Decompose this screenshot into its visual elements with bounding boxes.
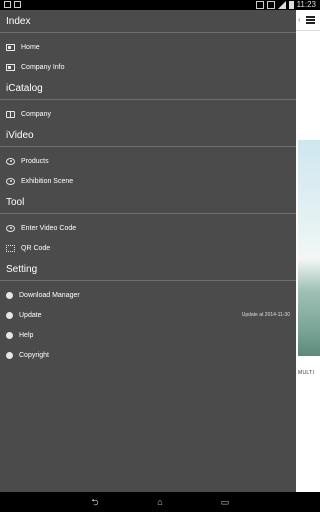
- section-title-icatalog: iCatalog: [0, 77, 296, 100]
- banner-image: [298, 140, 320, 356]
- system-navigation-bar: ⮌ ⌂ ▭: [0, 492, 320, 512]
- status-bar: 11:23: [0, 0, 320, 10]
- section-title-ivideo: iVideo: [0, 124, 296, 147]
- drawer-item-update[interactable]: Update Update at 2014-11-30: [0, 305, 296, 325]
- section-title-setting: Setting: [0, 258, 296, 281]
- drawer-item-label: Download Manager: [19, 291, 80, 299]
- section-title-tool: Tool: [0, 191, 296, 214]
- chevron-left-icon: ‹: [298, 15, 301, 24]
- drawer-item-label: Products: [21, 157, 49, 165]
- update-icon: [6, 311, 13, 319]
- update-date-note: Update at 2014-11-30: [241, 312, 290, 318]
- signal-icon: [277, 1, 286, 9]
- section-title-index: Index: [0, 10, 296, 33]
- drawer-item-label: Home: [21, 43, 40, 51]
- drawer-item-company-info[interactable]: Company Info: [0, 57, 296, 77]
- drawer-item-label: Company Info: [21, 63, 65, 71]
- app-toolbar: ‹: [296, 10, 320, 31]
- eye-icon: [6, 224, 15, 232]
- card-icon: [6, 43, 15, 51]
- book-icon: [6, 110, 15, 118]
- drawer-item-label: Enter Video Code: [21, 224, 77, 232]
- home-icon[interactable]: ⌂: [153, 497, 167, 507]
- banner-caption: MULTI: [298, 370, 315, 376]
- nfc-icon: [255, 1, 264, 9]
- download-notification-icon: [14, 1, 21, 8]
- recent-apps-icon[interactable]: ▭: [218, 497, 232, 507]
- drawer-item-label: Update: [19, 311, 42, 319]
- eye-icon: [6, 157, 15, 165]
- drawer-item-home[interactable]: Home: [0, 37, 296, 57]
- menu-icon[interactable]: [306, 16, 315, 24]
- drawer-item-help[interactable]: Help: [0, 325, 296, 345]
- card-icon: [6, 63, 15, 71]
- navigation-drawer: Index Home Company Info iCatalog Company…: [0, 10, 296, 492]
- battery-icon: [288, 1, 294, 9]
- eye-icon: [6, 177, 15, 185]
- drawer-item-enter-video-code[interactable]: Enter Video Code: [0, 218, 296, 238]
- sim-icon: [266, 1, 275, 9]
- notification-icon: [4, 1, 11, 8]
- copyright-icon: [6, 351, 13, 359]
- drawer-item-label: Help: [19, 331, 34, 339]
- drawer-item-label: Company: [21, 110, 51, 118]
- drawer-item-company[interactable]: Company: [0, 104, 296, 124]
- drawer-item-products[interactable]: Products: [0, 151, 296, 171]
- drawer-item-label: Copyright: [19, 351, 49, 359]
- main-content-peek[interactable]: ‹ MULTI: [296, 10, 320, 492]
- back-icon[interactable]: ⮌: [88, 497, 102, 507]
- drawer-item-label: Exhibition Scene: [21, 177, 74, 185]
- drawer-item-download-manager[interactable]: Download Manager: [0, 285, 296, 305]
- drawer-item-exhibition-scene[interactable]: Exhibition Scene: [0, 171, 296, 191]
- drawer-item-label: QR Code: [21, 244, 51, 252]
- help-icon: [6, 331, 13, 339]
- download-icon: [6, 291, 13, 299]
- qr-code-icon: [6, 244, 15, 252]
- drawer-item-copyright[interactable]: Copyright: [0, 345, 296, 365]
- status-time: 11:23: [296, 0, 316, 9]
- drawer-item-qr-code[interactable]: QR Code: [0, 238, 296, 258]
